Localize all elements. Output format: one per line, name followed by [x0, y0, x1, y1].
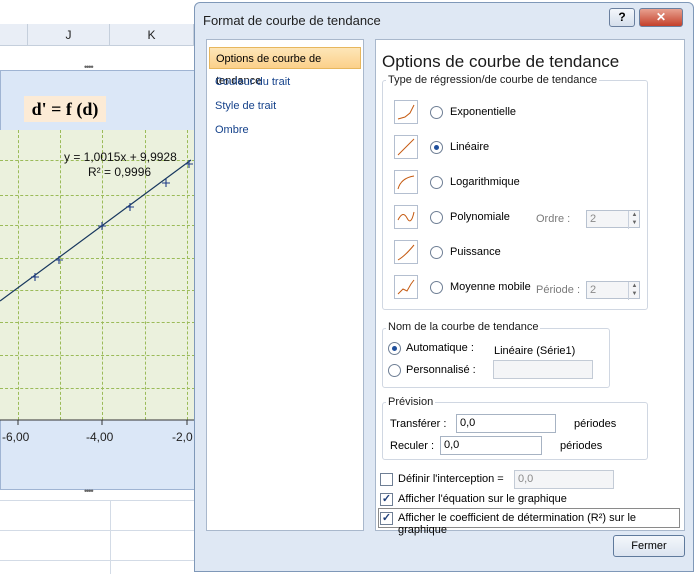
label-exponentielle[interactable]: Exponentielle: [450, 106, 516, 118]
periode-label: Période :: [536, 284, 581, 296]
close-dialog-button[interactable]: Fermer: [613, 535, 685, 557]
logarithmic-chart-icon: [394, 170, 418, 194]
x-tick-label: -2,0: [172, 430, 193, 444]
power-chart-icon: [394, 240, 418, 264]
column-header-j[interactable]: J: [28, 24, 110, 46]
cell-gridline: [0, 500, 196, 501]
checkbox-display-equation[interactable]: ✓: [380, 493, 393, 506]
help-button[interactable]: ?: [609, 8, 635, 27]
forward-periods-input[interactable]: 0,0: [456, 414, 556, 433]
backward-periods-input[interactable]: 0,0: [440, 436, 542, 455]
ordre-stepper-arrows[interactable]: ▲ ▼: [628, 211, 640, 229]
forecast-group-label: Prévision: [386, 396, 436, 408]
radio-puissance[interactable]: [430, 246, 443, 259]
periode-stepper-arrows[interactable]: ▲ ▼: [628, 282, 640, 300]
label-transferer: Transférer :: [390, 418, 447, 430]
close-button[interactable]: ✕: [639, 8, 683, 27]
linear-chart-icon: [394, 135, 418, 159]
cell-gridline: [110, 500, 111, 574]
nav-item-options[interactable]: Options de courbe de tendance: [209, 47, 361, 87]
label-display-r2[interactable]: Afficher le coefficient de détermination…: [398, 512, 684, 536]
radio-polynomiale[interactable]: [430, 211, 443, 224]
cell-gridline: [0, 530, 196, 531]
polynomial-chart-icon: [394, 205, 418, 229]
data-point[interactable]: [55, 256, 63, 264]
cell-gridline: [0, 560, 196, 561]
custom-name-input[interactable]: [493, 360, 593, 379]
column-header-i[interactable]: [0, 24, 28, 46]
trendline-name-group: [382, 328, 610, 388]
trendline-r2[interactable]: R² = 0,9996: [88, 165, 151, 179]
regression-group-label: Type de régression/de courbe de tendance: [386, 74, 600, 86]
label-lineaire[interactable]: Linéaire: [450, 141, 489, 153]
automatique-name-value: Linéaire (Série1): [494, 345, 576, 357]
checkbox-set-intercept[interactable]: [380, 473, 393, 486]
trendline[interactable]: [0, 159, 192, 302]
x-tick-label: -4,00: [86, 430, 114, 444]
periode-value: 2: [590, 284, 597, 296]
backward-periods-unit: périodes: [560, 440, 603, 452]
ordre-value: 2: [590, 213, 597, 225]
radio-personnalise[interactable]: [388, 364, 401, 377]
radio-exponentielle[interactable]: [430, 106, 443, 119]
label-logarithmique[interactable]: Logarithmique: [450, 176, 520, 188]
x-axis-ticks: [17, 420, 188, 425]
ordre-label: Ordre :: [536, 213, 571, 225]
label-polynomiale[interactable]: Polynomiale: [450, 211, 510, 223]
category-nav: Options de courbe de tendance Couleur du…: [206, 39, 364, 531]
data-point[interactable]: [31, 273, 39, 281]
label-set-intercept[interactable]: Définir l'interception =: [398, 473, 504, 485]
radio-moyenne-mobile[interactable]: [430, 281, 443, 294]
panel-heading: Options de courbe de tendance: [382, 52, 620, 71]
dialog-title: Format de courbe de tendance: [203, 13, 381, 28]
label-personnalise[interactable]: Personnalisé :: [406, 364, 476, 376]
radio-lineaire[interactable]: [430, 141, 443, 154]
data-point[interactable]: [126, 203, 134, 211]
checkbox-display-r2[interactable]: ✓: [380, 512, 393, 525]
nav-item-line-style[interactable]: Style de trait: [209, 95, 361, 117]
trendline-equation[interactable]: y = 1,0015x + 9,9928: [64, 150, 177, 164]
label-reculer: Reculer :: [390, 440, 435, 452]
label-display-equation[interactable]: Afficher l'équation sur le graphique: [398, 493, 567, 505]
options-panel: Options de courbe de tendance Type de ré…: [375, 39, 685, 536]
moving-average-chart-icon: [394, 275, 418, 299]
chart-resize-handle-bottom[interactable]: ••••: [84, 486, 94, 496]
label-moyenne-mobile[interactable]: Moyenne mobile: [450, 281, 531, 293]
exponential-chart-icon: [394, 100, 418, 124]
x-tick-label: -6,00: [2, 430, 30, 444]
format-trendline-dialog: Format de courbe de tendance ? ✕ Options…: [194, 2, 694, 572]
intercept-input[interactable]: 0,0: [514, 470, 614, 489]
name-group-label: Nom de la courbe de tendance: [386, 321, 541, 333]
forward-periods-unit: périodes: [574, 418, 617, 430]
data-point[interactable]: [185, 160, 193, 168]
nav-item-shadow[interactable]: Ombre: [209, 119, 361, 141]
radio-logarithmique[interactable]: [430, 176, 443, 189]
radio-automatique[interactable]: [388, 342, 401, 355]
chart-title[interactable]: d' = f (d): [24, 96, 106, 122]
nav-item-line-color[interactable]: Couleur du trait: [209, 71, 361, 93]
label-puissance[interactable]: Puissance: [450, 246, 501, 258]
column-header-k[interactable]: K: [110, 24, 194, 46]
label-automatique[interactable]: Automatique :: [406, 342, 474, 354]
spreadsheet-area: J K •••• d' = f (d) y = 1,0015x + 9,9928…: [0, 0, 200, 574]
